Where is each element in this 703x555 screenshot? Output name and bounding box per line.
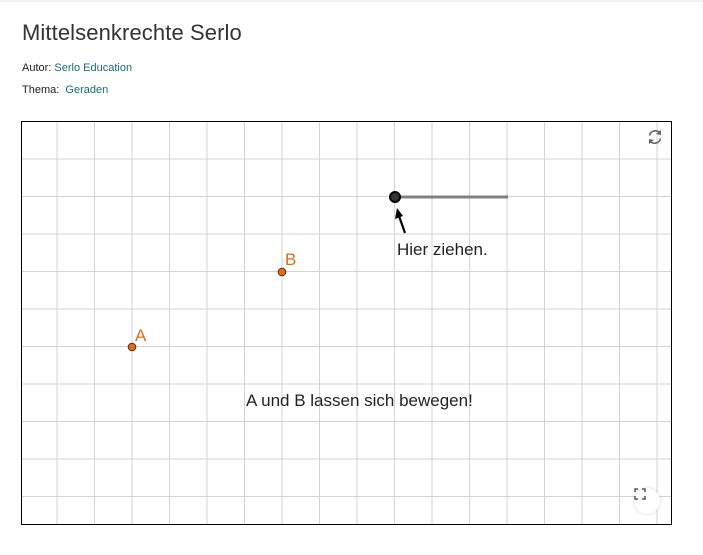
topic-link[interactable]: Geraden <box>65 84 108 96</box>
point-b[interactable] <box>277 267 287 277</box>
instruction-text: A und B lassen sich bewegen! <box>246 391 473 410</box>
grid-lines <box>22 122 671 524</box>
reset-icon[interactable] <box>646 128 668 150</box>
page-title: Mittelsenkrechte Serlo <box>22 20 242 45</box>
slider-hint-text: Hier ziehen. <box>397 240 488 259</box>
slider-handle[interactable] <box>389 191 401 203</box>
author-link[interactable]: Serlo Education <box>54 62 132 74</box>
arrow-head-icon <box>395 208 403 219</box>
arrow-icon <box>397 215 407 234</box>
author-line: Autor: Serlo Education <box>22 62 132 74</box>
graphics-view[interactable]: Hier ziehen. B A A und B lassen sich bew… <box>22 122 671 524</box>
author-label: Autor: <box>22 62 52 74</box>
fullscreen-icon[interactable] <box>634 488 660 514</box>
point-a-label: A <box>135 326 147 345</box>
point-b-label: B <box>285 250 296 269</box>
topic-label: Thema: <box>22 84 60 96</box>
top-divider <box>0 0 703 2</box>
topic-line: Thema: Geraden <box>22 84 108 96</box>
geogebra-applet[interactable]: Hier ziehen. B A A und B lassen sich bew… <box>21 121 672 525</box>
